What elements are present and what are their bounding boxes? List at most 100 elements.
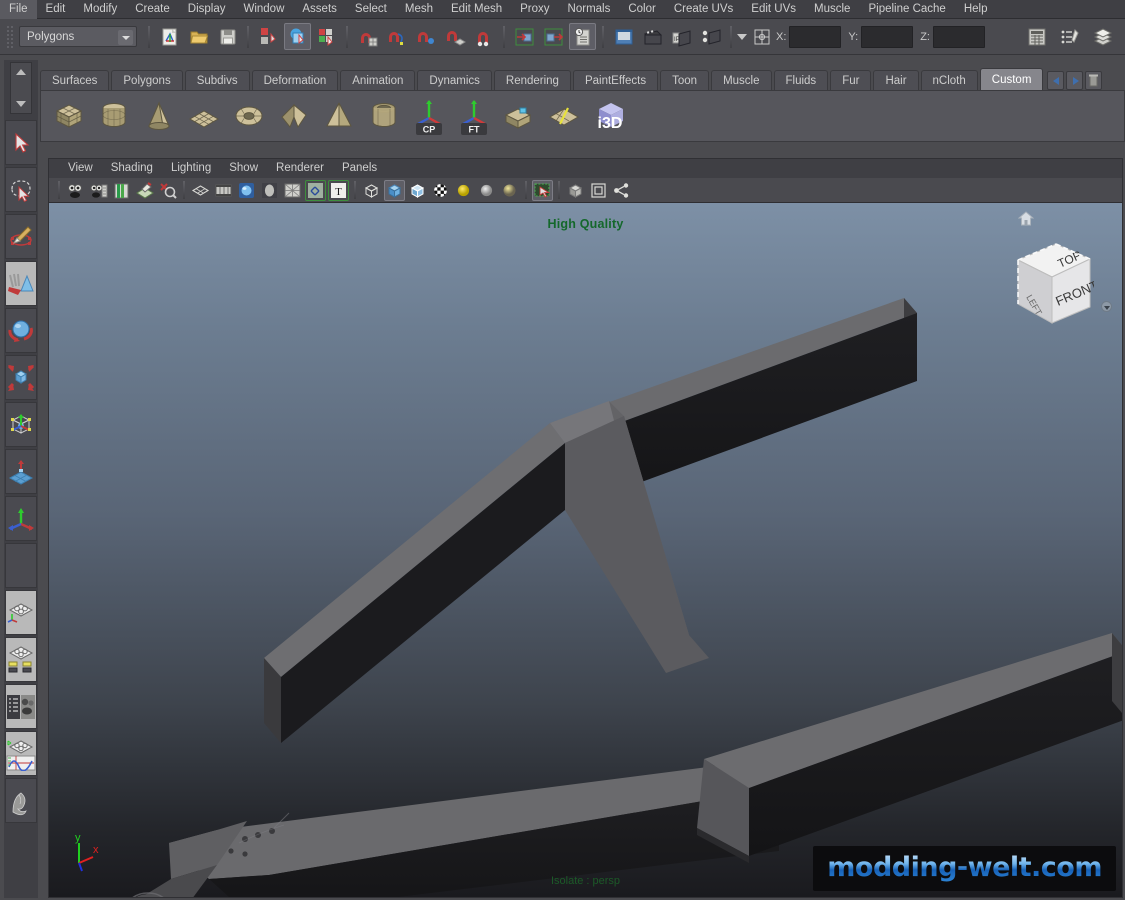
menu-item-edit-mesh[interactable]: Edit Mesh [442, 0, 511, 19]
use-all-lights-button[interactable] [476, 180, 497, 201]
panel-menu-lighting[interactable]: Lighting [162, 159, 220, 178]
sidebar-channel-box-button[interactable] [1089, 23, 1116, 50]
menu-item-edit-uvs[interactable]: Edit UVs [742, 0, 805, 19]
layout-hypershade-persp[interactable] [5, 684, 37, 729]
polygon-cone-button[interactable] [139, 96, 179, 136]
shelf-tab-next-button[interactable] [1066, 71, 1084, 90]
render-sequence-button[interactable]: IPR [668, 23, 695, 50]
grid-display-button[interactable] [190, 180, 211, 201]
select-by-component-button[interactable] [313, 23, 340, 50]
shelf-tab-ncloth[interactable]: nCloth [920, 70, 978, 90]
menu-item-window[interactable]: Window [234, 0, 293, 19]
bookmarks-button[interactable] [111, 180, 132, 201]
view-cube-menu-button[interactable] [1101, 301, 1112, 312]
tool-scale[interactable] [5, 355, 37, 400]
layout-custom[interactable] [5, 778, 37, 823]
panel-menu-renderer[interactable]: Renderer [267, 159, 333, 178]
shelf-tab-custom[interactable]: Custom [979, 68, 1044, 90]
freeze-transform-button[interactable]: FT [454, 96, 494, 136]
panel-menu-shading[interactable]: Shading [102, 159, 162, 178]
swing-arm-mesh[interactable] [49, 203, 1122, 897]
tool-last-used[interactable] [5, 261, 37, 306]
sidebar-tool-settings-button[interactable] [1056, 23, 1083, 50]
menu-item-normals[interactable]: Normals [559, 0, 620, 19]
shelf-delete-button[interactable] [1085, 71, 1103, 90]
tool-lasso-select[interactable] [5, 167, 37, 212]
y-field[interactable] [861, 25, 914, 48]
shelf-tab-prev-button[interactable] [1047, 71, 1065, 90]
shelf-tab-painteffects[interactable]: PaintEffects [572, 70, 659, 90]
shelf-tab-deformation[interactable]: Deformation [251, 70, 339, 90]
render-current-frame-button[interactable] [610, 23, 637, 50]
gate-mask-button[interactable] [259, 180, 280, 201]
perspective-viewport[interactable]: High Quality y x TOP FRONT LEFT Isolate … [49, 203, 1122, 897]
tool-soft-modification[interactable] [5, 449, 37, 494]
panel-menu-show[interactable]: Show [220, 159, 267, 178]
menu-item-color[interactable]: Color [619, 0, 664, 19]
two-d-pan-zoom-button[interactable] [157, 180, 178, 201]
menu-item-help[interactable]: Help [955, 0, 997, 19]
shelf-tab-animation[interactable]: Animation [340, 70, 416, 90]
safe-action-button[interactable] [305, 179, 326, 201]
menu-item-proxy[interactable]: Proxy [511, 0, 558, 19]
layout-four-view[interactable] [5, 637, 37, 682]
snap-to-view-button[interactable] [470, 23, 497, 50]
split-polygon-button[interactable] [544, 96, 584, 136]
save-scene-button[interactable] [214, 23, 241, 50]
menu-item-file[interactable]: File [0, 0, 37, 19]
i3d-button[interactable]: i3D [589, 96, 635, 136]
menu-item-muscle[interactable]: Muscle [805, 0, 859, 19]
toolbox-slider[interactable] [10, 62, 32, 114]
menu-item-edit[interactable]: Edit [37, 0, 75, 19]
center-pivot-button[interactable]: CP [409, 96, 449, 136]
polygon-cylinder-button[interactable] [94, 96, 134, 136]
resolution-gate-button[interactable] [236, 180, 257, 201]
snap-to-plane-button[interactable] [441, 23, 468, 50]
polygon-plane-button[interactable] [184, 96, 224, 136]
use-default-light-button[interactable] [453, 180, 474, 201]
sidebar-attribute-editor-button[interactable] [1023, 23, 1050, 50]
statusbar-grip[interactable] [6, 24, 15, 49]
shelf-tab-subdivs[interactable]: Subdivs [184, 70, 250, 90]
hypershade-connections-button[interactable] [611, 180, 632, 201]
polygon-cube-button[interactable] [49, 96, 89, 136]
menu-item-pipeline-cache[interactable]: Pipeline Cache [859, 0, 954, 19]
menu-item-mesh[interactable]: Mesh [396, 0, 442, 19]
select-by-hierarchy-button[interactable] [255, 23, 282, 50]
field-chart-button[interactable] [282, 180, 303, 201]
panel-menu-panels[interactable]: Panels [333, 159, 386, 178]
textured-button[interactable] [430, 180, 451, 201]
snap-to-point-button[interactable] [412, 23, 439, 50]
layout-single-perspective[interactable] [5, 590, 37, 635]
view-cube[interactable]: TOP FRONT LEFT [998, 227, 1094, 337]
snap-to-grid-button[interactable] [354, 23, 381, 50]
tool-select[interactable] [5, 120, 37, 165]
panel-menu-view[interactable]: View [59, 159, 102, 178]
home-icon[interactable] [1018, 211, 1034, 226]
shelf-tab-fur[interactable]: Fur [830, 70, 872, 90]
shelf-tab-dynamics[interactable]: Dynamics [417, 70, 492, 90]
shelf-tab-polygons[interactable]: Polygons [111, 70, 183, 90]
polygon-prism-button[interactable] [274, 96, 314, 136]
render-settings-button[interactable] [697, 23, 724, 50]
polygon-pyramid-button[interactable] [319, 96, 359, 136]
view-selected-button[interactable] [588, 180, 609, 201]
film-gate-button[interactable] [213, 180, 234, 201]
isolate-select-button[interactable] [565, 180, 586, 201]
construction-history-button[interactable] [569, 23, 596, 50]
menu-item-assets[interactable]: Assets [293, 0, 346, 19]
shelf-tab-toon[interactable]: Toon [660, 70, 710, 90]
shaded-wireframe-button[interactable] [407, 180, 428, 201]
transform-field-mode-dropdown[interactable] [737, 33, 747, 40]
image-plane-button[interactable] [134, 180, 155, 201]
menu-item-create[interactable]: Create [126, 0, 179, 19]
shelf-tab-hair[interactable]: Hair [873, 70, 919, 90]
shelf-tab-surfaces[interactable]: Surfaces [40, 70, 110, 90]
snap-to-curve-button[interactable] [383, 23, 410, 50]
tool-show-manipulator[interactable] [5, 496, 37, 541]
construction-history-out-button[interactable] [540, 23, 567, 50]
polygon-pipe-button[interactable] [364, 96, 404, 136]
menu-item-create-uvs[interactable]: Create UVs [665, 0, 742, 19]
shelf-tab-muscle[interactable]: Muscle [711, 70, 772, 90]
chevron-down-icon[interactable] [118, 30, 133, 45]
